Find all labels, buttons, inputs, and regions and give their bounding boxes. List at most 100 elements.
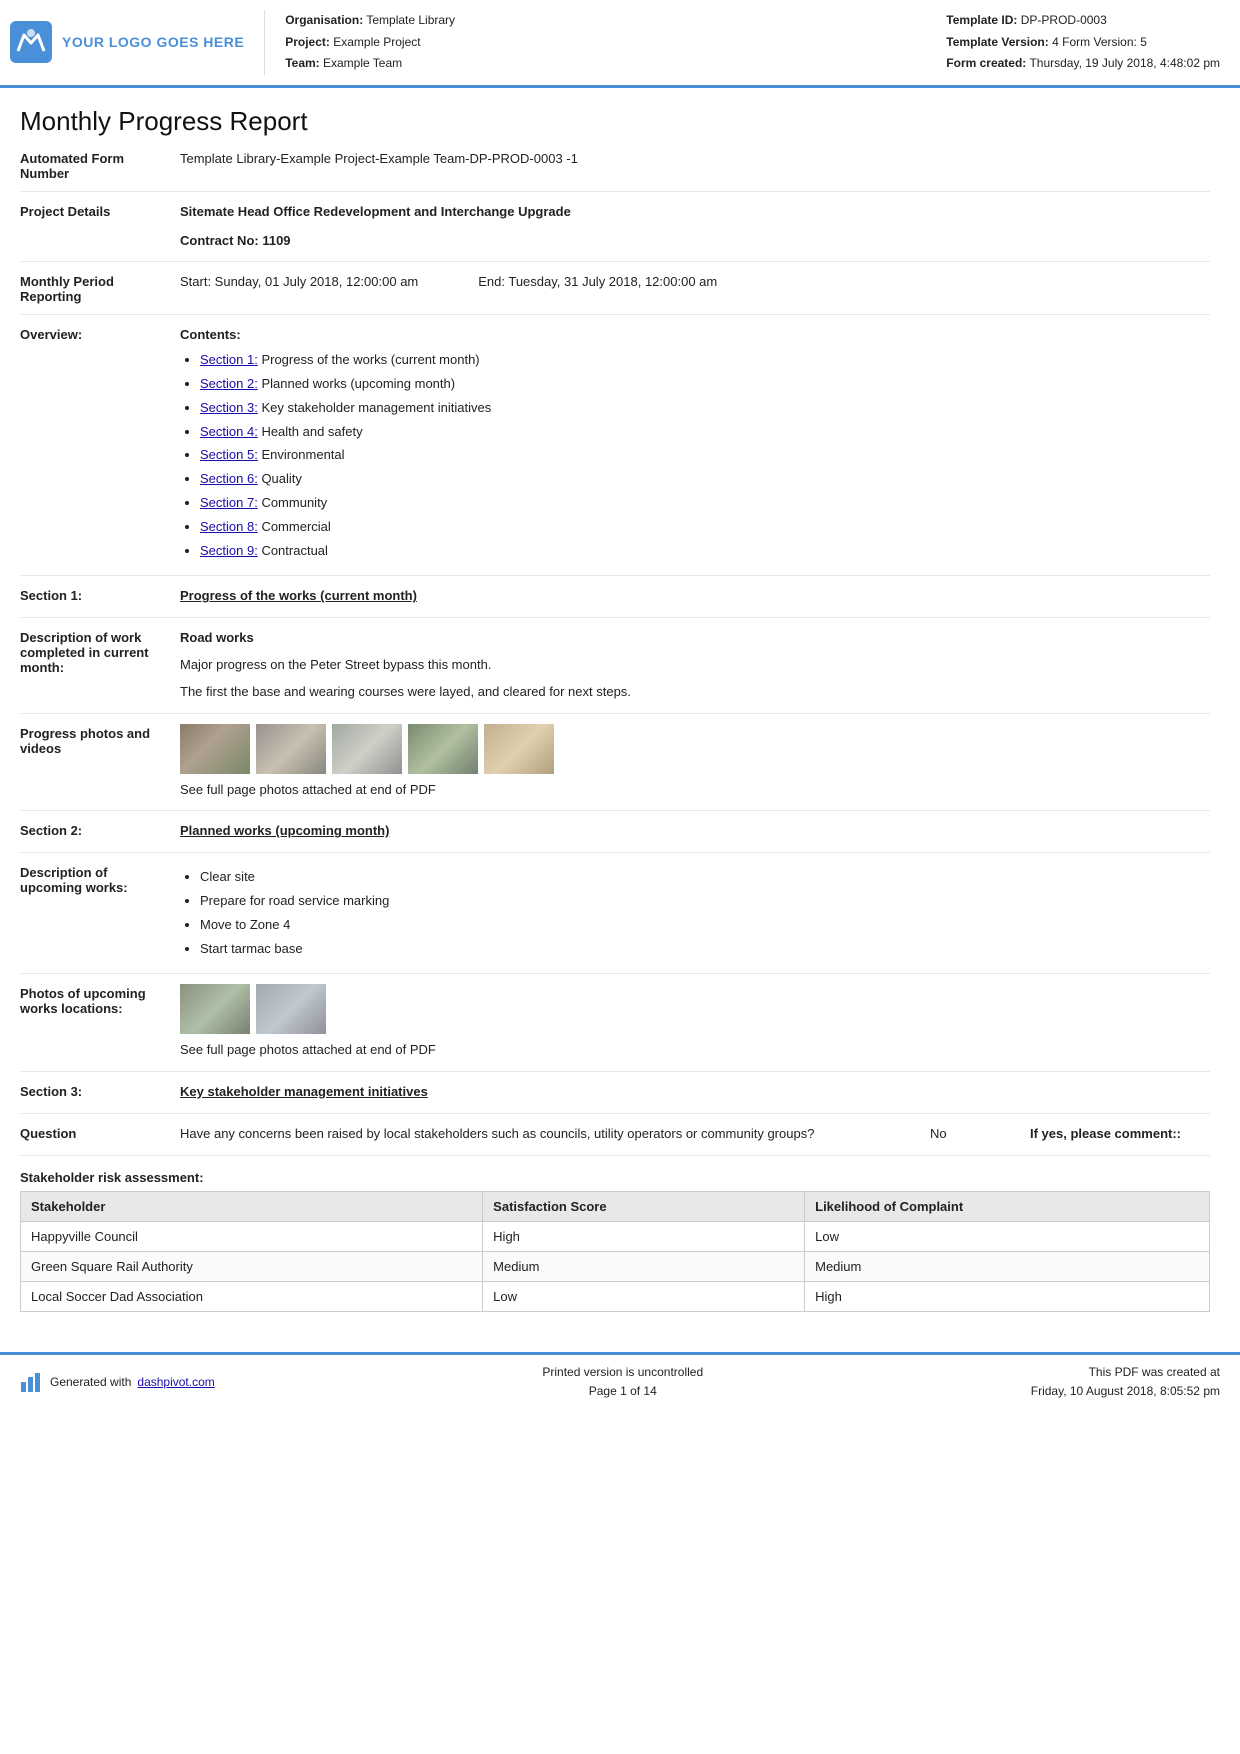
section2-label: Section 2: [20, 821, 180, 842]
footer-page-number: Page 1 of 14 [542, 1382, 703, 1401]
photos-caption: See full page photos attached at end of … [180, 780, 1210, 801]
photo-thumb-4 [408, 724, 478, 774]
team-label: Team: [285, 56, 319, 70]
list-item: Section 4: Health and safety [200, 422, 1210, 443]
stakeholder-section: Stakeholder risk assessment: Stakeholder… [20, 1170, 1210, 1312]
logo-area: YOUR LOGO GOES HERE [10, 10, 265, 75]
section7-text: Community [258, 495, 327, 510]
list-item: Section 7: Community [200, 493, 1210, 514]
progress-photos-row: Progress photos and videos See full page… [20, 724, 1210, 812]
footer-pdf-created: This PDF was created at [1031, 1363, 1220, 1382]
footer-center: Printed version is uncontrolled Page 1 o… [542, 1363, 703, 1401]
question-answer: No [930, 1124, 1010, 1145]
stakeholder-score-3: Low [483, 1281, 805, 1311]
version-row: Template Version: 4 Form Version: 5 [946, 32, 1220, 54]
footer-right: This PDF was created at Friday, 10 Augus… [1031, 1363, 1220, 1401]
section3-label: Section 3: [20, 1082, 180, 1103]
upcoming-photo-thumb-2 [256, 984, 326, 1034]
section2-value: Planned works (upcoming month) [180, 821, 1210, 842]
template-version-label: Template Version: [946, 35, 1048, 49]
desc-work-row: Description of work completed in current… [20, 628, 1210, 713]
form-version-label: Form Version: [1062, 35, 1137, 49]
photos-upcoming-row: Photos of upcoming works locations: See … [20, 984, 1210, 1072]
stakeholder-score-1: High [483, 1221, 805, 1251]
list-item: Section 1: Progress of the works (curren… [200, 350, 1210, 371]
table-header-satisfaction: Satisfaction Score [483, 1191, 805, 1221]
section8-link[interactable]: Section 8: [200, 519, 258, 534]
footer-generated-text: Generated with [50, 1375, 131, 1389]
section7-link[interactable]: Section 7: [200, 495, 258, 510]
section4-link[interactable]: Section 4: [200, 424, 258, 439]
section9-link[interactable]: Section 9: [200, 543, 258, 558]
stakeholder-likelihood-3: High [805, 1281, 1210, 1311]
progress-photos-value: See full page photos attached at end of … [180, 724, 1210, 801]
template-id-value: DP-PROD-0003 [1021, 13, 1107, 27]
desc-work-label: Description of work completed in current… [20, 628, 180, 702]
header-meta-left: Organisation: Template Library Project: … [285, 10, 455, 75]
section3-link[interactable]: Section 3: [200, 400, 258, 415]
automated-form-label: Automated Form Number [20, 149, 180, 181]
logo-icon [10, 21, 52, 63]
automated-form-value: Template Library-Example Project-Example… [180, 149, 1210, 181]
desc-work-line2: The first the base and wearing courses w… [180, 682, 1210, 703]
desc-work-value: Road works Major progress on the Peter S… [180, 628, 1210, 702]
photos-upcoming-caption: See full page photos attached at end of … [180, 1040, 1210, 1061]
section1-row: Section 1: Progress of the works (curren… [20, 586, 1210, 618]
overview-row: Overview: Contents: Section 1: Progress … [20, 325, 1210, 576]
footer-page-info: Printed version is uncontrolled [542, 1363, 703, 1382]
list-item: Clear site [200, 867, 1210, 888]
section2-text: Planned works (upcoming month) [258, 376, 455, 391]
project-row: Project: Example Project [285, 32, 455, 54]
org-label: Organisation: [285, 13, 363, 27]
footer-left: Generated with dashpivot.com [20, 1372, 215, 1392]
photos-upcoming-value: See full page photos attached at end of … [180, 984, 1210, 1061]
photo-thumb-5 [484, 724, 554, 774]
photos-container [180, 724, 1210, 774]
team-row: Team: Example Team [285, 53, 455, 75]
section4-text: Health and safety [258, 424, 363, 439]
section2-link[interactable]: Section 2: [200, 376, 258, 391]
section5-link[interactable]: Section 5: [200, 447, 258, 462]
table-header-stakeholder: Stakeholder [21, 1191, 483, 1221]
monthly-period-label: Monthly Period Reporting [20, 272, 180, 304]
team-value: Example Team [323, 56, 402, 70]
section3-heading: Key stakeholder management initiatives [180, 1084, 428, 1099]
list-item: Section 2: Planned works (upcoming month… [200, 374, 1210, 395]
section9-text: Contractual [258, 543, 328, 558]
project-details-label: Project Details [20, 202, 180, 252]
contents-label: Contents: [180, 325, 1210, 346]
section3-text: Key stakeholder management initiatives [258, 400, 491, 415]
section1-value: Progress of the works (current month) [180, 586, 1210, 607]
section8-text: Commercial [258, 519, 331, 534]
stakeholder-name-1: Happyville Council [21, 1221, 483, 1251]
list-item: Section 6: Quality [200, 469, 1210, 490]
stakeholder-likelihood-2: Medium [805, 1251, 1210, 1281]
stakeholder-likelihood-1: Low [805, 1221, 1210, 1251]
question-value: Have any concerns been raised by local s… [180, 1124, 1210, 1145]
section5-text: Environmental [258, 447, 345, 462]
upcoming-photos-container [180, 984, 1210, 1034]
section1-link[interactable]: Section 1: [200, 352, 258, 367]
question-row: Question Have any concerns been raised b… [20, 1124, 1210, 1156]
upcoming-photo-thumb-1 [180, 984, 250, 1034]
section3-value: Key stakeholder management initiatives [180, 1082, 1210, 1103]
dashpivot-link[interactable]: dashpivot.com [137, 1375, 214, 1389]
stakeholder-name-2: Green Square Rail Authority [21, 1251, 483, 1281]
photo-thumb-1 [180, 724, 250, 774]
template-id-label: Template ID: [946, 13, 1017, 27]
section6-link[interactable]: Section 6: [200, 471, 258, 486]
contract-no: Contract No: 1109 [180, 231, 1210, 252]
list-item: Prepare for road service marking [200, 891, 1210, 912]
section3-row: Section 3: Key stakeholder management in… [20, 1082, 1210, 1114]
upcoming-works-row: Description of upcoming works: Clear sit… [20, 863, 1210, 974]
upcoming-works-label: Description of upcoming works: [20, 863, 180, 963]
upcoming-works-list: Clear site Prepare for road service mark… [180, 867, 1210, 959]
section6-text: Quality [258, 471, 302, 486]
table-row: Green Square Rail Authority Medium Mediu… [21, 1251, 1210, 1281]
project-details-row: Project Details Sitemate Head Office Red… [20, 202, 1210, 263]
period-start: Start: Sunday, 01 July 2018, 12:00:00 am [180, 272, 418, 293]
section1-text: Progress of the works (current month) [258, 352, 480, 367]
main-content: Monthly Progress Report Automated Form N… [0, 88, 1240, 1332]
logo-text: YOUR LOGO GOES HERE [62, 34, 244, 50]
org-row: Organisation: Template Library [285, 10, 455, 32]
